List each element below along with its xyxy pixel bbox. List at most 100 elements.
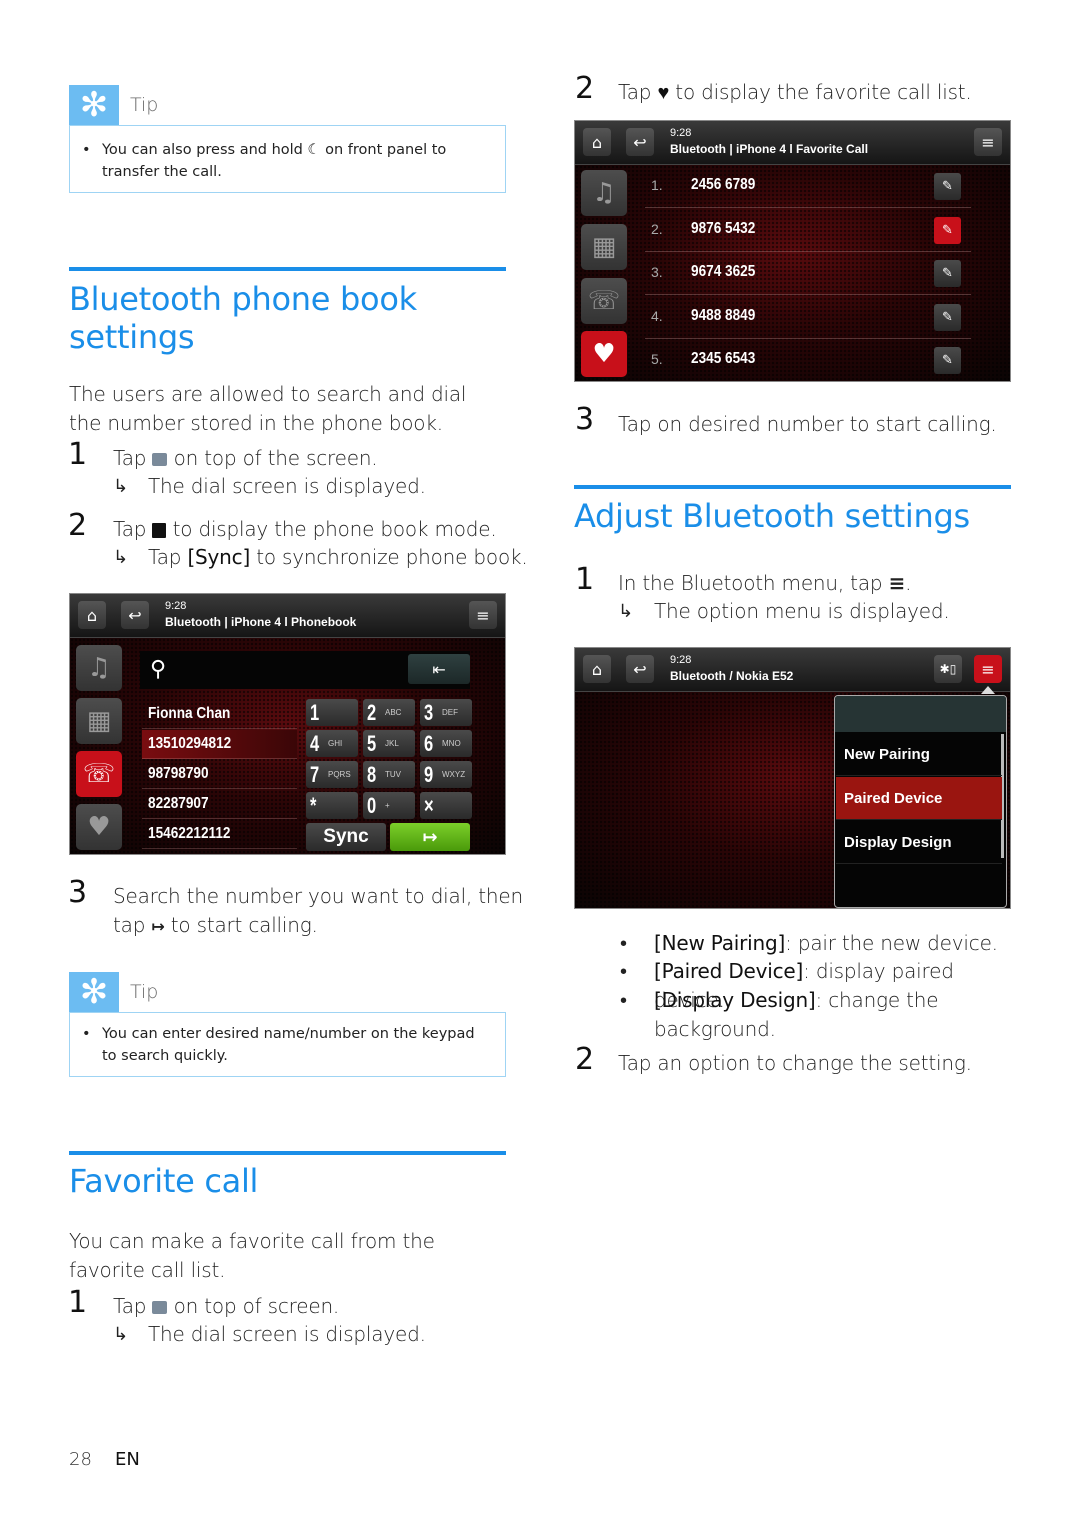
handset-icon: ☾ [307,142,321,158]
bullet-dot: • [620,959,627,983]
contact-label: 13510294812 [148,735,232,752]
keypad-key[interactable]: 9 WXYZ [420,761,472,788]
step-result: The option menu is displayed. [654,599,950,623]
key-digit: × [424,792,434,818]
contact-row[interactable]: Fionna Chan [142,700,297,729]
phonebook-icon[interactable]: ☏ [76,751,122,797]
favorite-index: 3. [651,264,663,280]
keypad-key[interactable]: 8 TUV [363,761,415,788]
key-digit: 4 [310,730,320,756]
heart-icon[interactable]: ♥ [581,331,627,377]
contact-label: Fionna Chan [148,705,231,722]
dialpad-icon[interactable]: ▦ [76,698,122,744]
keypad-key[interactable]: 2 ABC [363,699,415,726]
heart-icon[interactable]: ♥ [76,804,122,850]
contact-row[interactable]: 98798790 [142,760,297,789]
keypad-key[interactable]: 1 [306,699,358,726]
page-number: 28 [69,1449,92,1470]
contact-label: 15462212112 [148,825,231,842]
call-icon: ↦ [151,917,165,936]
step-text: Tap an option to change the setting. [618,1051,972,1075]
tip-asterisk-icon: ✻ [69,972,119,1012]
bullet-item: [Display Design]: change the background. [654,988,939,1041]
result-arrow-icon: ↳ [113,547,129,568]
back-icon[interactable]: ↩ [626,128,654,156]
home-icon[interactable]: ⌂ [78,601,106,629]
bluetooth-settings-screenshot: ⌂ ↩ 9:28 Bluetooth / Nokia E52 ✱▯ ≡ New … [574,647,1011,909]
menu-item[interactable]: New Pairing [836,733,1002,776]
keypad-key[interactable]: 0 + [363,792,415,819]
back-icon[interactable]: ↩ [626,655,654,683]
favorite-number: 2456 6789 [691,176,756,193]
step-number: 3 [575,402,595,437]
edit-pencil-icon[interactable]: ✎ [934,303,961,331]
section-title-phonebook: Bluetooth phone book settings [69,280,417,356]
step-result: The dial screen is displayed. [148,474,426,498]
key-digit: 8 [367,761,377,787]
keypad-key[interactable]: * [306,792,358,819]
edit-pencil-icon[interactable]: ✎ [934,260,961,287]
breadcrumb: Bluetooth / Nokia E52 [670,669,794,683]
edit-pencil-icon[interactable]: ✎ [934,173,961,200]
step-text: Search the number you want to dial, then [113,884,523,908]
edit-pencil-icon[interactable]: ✎ [934,347,961,374]
sync-button[interactable]: Sync [306,823,386,851]
section-rule [574,485,1011,489]
keypad-key[interactable]: × [420,792,472,819]
contact-label: 82287907 [148,795,209,812]
back-icon[interactable]: ↩ [121,601,149,629]
home-icon[interactable]: ⌂ [583,655,611,683]
bullet-dot: • [620,988,627,1012]
menu-icon[interactable]: ≡ [974,128,1002,156]
key-digit: 3 [424,699,434,725]
backspace-button[interactable]: ⇤ [408,654,470,684]
favorite-index: 4. [651,307,663,324]
menu-icon[interactable]: ≡ [974,655,1002,683]
keypad-key[interactable]: 3 DEF [420,699,472,726]
keypad-key[interactable]: 5 JKL [363,730,415,757]
music-icon[interactable]: ♫ [581,170,627,216]
clock: 9:28 [670,127,692,139]
result-arrow-icon: ↳ [113,1324,129,1345]
dialpad-icon[interactable]: ▦ [581,224,627,270]
keypad-key[interactable]: 4 GHI [306,730,358,757]
key-letters: + [385,801,390,810]
breadcrumb: Bluetooth | iPhone 4 l Favorite Call [670,142,869,156]
keypad-key[interactable]: 6 MNO [420,730,472,757]
step-text: Tap on top of the screen. [113,446,378,470]
favorite-row[interactable]: 4. 9488 8849 ✎ [645,296,971,339]
dial-icon [152,453,168,466]
contact-row[interactable]: 13510294812 [142,730,297,759]
search-icon: ⚲ [150,657,167,682]
phonebook-icon [152,523,167,538]
home-icon[interactable]: ⌂ [583,128,611,156]
favorite-row[interactable]: 5. 2345 6543 ✎ [645,339,971,381]
music-icon[interactable]: ♫ [76,645,122,691]
step-text: Tap on top of screen. [113,1294,340,1318]
favorite-row[interactable]: 1. 2456 6789 ✎ [645,165,971,208]
menu-item[interactable]: Display Design [836,821,1002,864]
bluetooth-phone-icon[interactable]: ✱▯ [934,655,962,683]
menu-header [835,696,1006,732]
step-text: tap ↦ to start calling. [113,913,318,937]
menu-icon[interactable]: ≡ [469,601,497,629]
keypad-key[interactable]: 7 PQRS [306,761,358,788]
page-language: EN [115,1449,140,1470]
menu-item[interactable]: Paired Device [836,777,1002,820]
bullet-item: [New Pairing]: pair the new device. [654,931,998,955]
favorite-row[interactable]: 2. 9876 5432 ✎ [645,209,971,252]
step-number: 3 [68,875,88,910]
step-number: 2 [575,71,595,106]
contact-row[interactable]: 82287907 [142,790,297,819]
contact-row[interactable]: 15462212112 [142,820,297,849]
step-number: 2 [575,1042,595,1077]
favorite-index: 5. [651,351,663,367]
phonebook-intro: The users are allowed to search and dial… [69,382,467,435]
step-number: 1 [575,562,595,597]
step-text: Tap on desired number to start calling. [618,412,997,436]
call-button[interactable]: ↦ [390,823,470,851]
edit-pencil-icon[interactable]: ✎ [934,216,961,244]
favorite-call-screenshot: ⌂ ↩ 9:28 Bluetooth | iPhone 4 l Favorite… [574,120,1011,382]
phonebook-icon[interactable]: ☏ [581,278,627,324]
favorite-row[interactable]: 3. 9674 3625 ✎ [645,252,971,295]
